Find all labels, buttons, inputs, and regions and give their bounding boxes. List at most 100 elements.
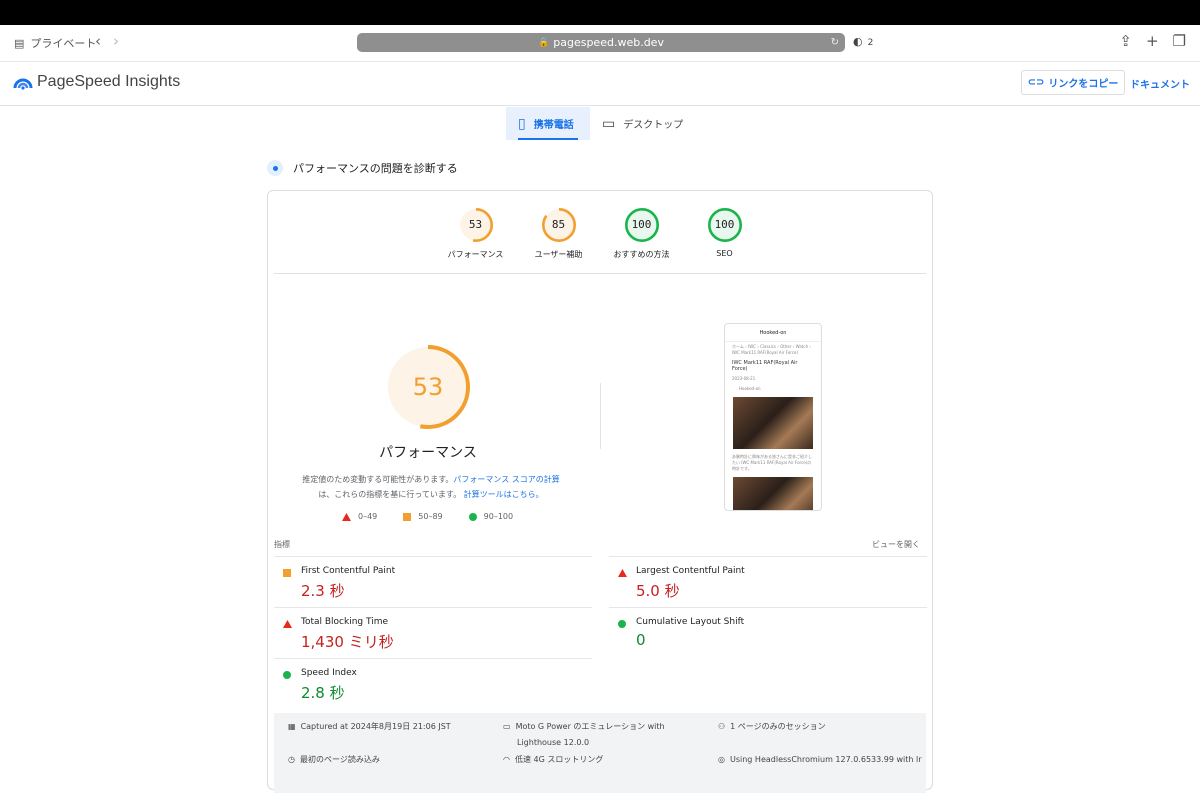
metrics-right-column: Largest Contentful Paint 5.0 秒 Cumulativ…: [609, 556, 927, 658]
metric-tbt: Total Blocking Time 1,430 ミリ秒: [274, 607, 592, 658]
calculator-link[interactable]: 計算ツールはこちら。: [464, 490, 544, 499]
green-circle-icon: [618, 620, 626, 628]
users-icon: ⚇: [718, 722, 726, 731]
lock-icon: 🔒: [538, 37, 550, 48]
score-gauge-accessibility[interactable]: 85 ユーザー補助: [529, 208, 589, 273]
thumb-date: 2023-08-21: [732, 376, 756, 381]
diagnose-heading: パフォーマンスの問題を診断する: [267, 160, 458, 176]
thumb-watch-photo: [733, 397, 813, 449]
performance-score: 53: [412, 373, 444, 401]
wifi-icon: ◠: [503, 755, 510, 764]
red-triangle-icon: [618, 569, 627, 577]
shield-count: 2: [867, 38, 874, 48]
divider: [274, 273, 926, 274]
metric-name: Cumulative Layout Shift: [636, 617, 745, 627]
tab-desktop[interactable]: ▭ デスクトップ: [590, 107, 695, 140]
forward-icon[interactable]: ›: [113, 32, 119, 50]
thumb-body: あ腕時計に興味がある皆さんに是非ご紹介したい IWC Mark11 RAF(Ro…: [732, 454, 812, 471]
legend-average: 50–89: [403, 512, 443, 521]
green-circle-icon: [283, 671, 291, 679]
score-value: 85: [551, 218, 566, 231]
metric-value: 1,430 ミリ秒: [301, 633, 394, 651]
page-screenshot-thumbnail[interactable]: Hooked-on ホーム › IWC › Classics › Other ›…: [724, 323, 822, 511]
thumb-site-header: Hooked-on: [725, 324, 821, 342]
metric-name: Speed Index: [301, 668, 357, 678]
footer-session: ⚇ 1 ページのみのセッション: [718, 719, 826, 735]
private-tab-indicator[interactable]: ▤ プライベート: [14, 35, 96, 51]
score-calc-link[interactable]: パフォーマンス スコアの計算: [453, 475, 559, 484]
device-icon: ▭: [503, 722, 511, 731]
screen-top-bar: [0, 0, 1200, 25]
browser-toolbar: ▤ プライベート ‹ › 🔒 pagespeed.web.dev ↻ ◐ 2 ⇪ …: [0, 25, 1200, 62]
thumb-title: IWC Mark11 RAF(Royal Air Force): [732, 360, 798, 372]
report-card: 53 パフォーマンス 85 ユーザー補助 100 おすすめの方法 100 SEO…: [267, 190, 933, 793]
red-triangle-icon: [342, 512, 351, 521]
psi-logo[interactable]: PageSpeed Insights: [13, 73, 180, 91]
brand-name: PageSpeed Insights: [37, 73, 181, 90]
footer-first-load: ◷ 最初のページ読み込み: [288, 752, 380, 768]
metric-name: Largest Contentful Paint: [636, 566, 745, 576]
tab-mobile[interactable]: ▯ 携帯電話: [506, 107, 590, 140]
metric-name: First Contentful Paint: [301, 566, 396, 576]
footer-emulation: ▭ Moto G Power のエミュレーション with Lighthouse …: [503, 719, 665, 751]
orange-square-icon: [283, 569, 291, 577]
score-gauge-performance[interactable]: 53 パフォーマンス: [446, 208, 506, 273]
laptop-icon: ▭: [602, 115, 616, 132]
score-label: SEO: [716, 249, 733, 258]
device-tabs: ▯ 携帯電話 ▭ デスクトップ: [506, 107, 695, 140]
score-value: 100: [631, 218, 652, 231]
docs-link[interactable]: ドキュメント: [1130, 76, 1190, 91]
reload-icon[interactable]: ↻: [831, 37, 839, 48]
metrics-header: 指標 ビューを開く: [274, 539, 926, 550]
orange-square-icon: [403, 512, 412, 521]
sidebar-icon[interactable]: ▤: [14, 37, 24, 50]
metric-cls: Cumulative Layout Shift 0: [609, 607, 927, 658]
score-label: ユーザー補助: [534, 250, 583, 259]
tabs-overview-icon[interactable]: ❐: [1173, 32, 1186, 50]
score-gauge-best-practices[interactable]: 100 おすすめの方法: [612, 208, 672, 273]
metric-value: 2.3 秒: [301, 582, 345, 600]
back-icon[interactable]: ‹: [95, 32, 101, 50]
share-icon[interactable]: ⇪: [1119, 32, 1132, 50]
footer-throttle: ◠ 低速 4G スロットリング: [503, 752, 603, 768]
copy-link-button[interactable]: ⊂⊃ リンクをコピー: [1021, 70, 1125, 95]
run-info-footer: ▦ Captured at 2024年8月19日 21:06 JST ▭ Moto …: [274, 713, 926, 793]
tab-desktop-label: デスクトップ: [623, 120, 684, 131]
category-scores: 53 パフォーマンス 85 ユーザー補助 100 おすすめの方法 100 SEO: [268, 208, 932, 273]
shield-icon: ◐: [853, 35, 863, 48]
metric-value: 5.0 秒: [636, 582, 680, 600]
thumb-caption: Hooked-on: [739, 386, 761, 391]
note-text: 推定値のため変動する可能性があります。: [302, 475, 454, 484]
score-value: 53: [468, 218, 483, 231]
psi-header: PageSpeed Insights ⊂⊃ リンクをコピー ドキュメント: [0, 62, 1200, 106]
score-label: おすすめの方法: [613, 250, 670, 259]
pagespeed-logo-icon: [13, 78, 33, 90]
metrics-heading: 指標: [274, 540, 290, 549]
green-circle-icon: [468, 512, 477, 521]
calendar-icon: ▦: [288, 722, 296, 731]
tab-mobile-label: 携帯電話: [533, 120, 574, 131]
red-triangle-icon: [283, 620, 292, 628]
metric-fcp: First Contentful Paint 2.3 秒: [274, 556, 592, 607]
metric-name: Total Blocking Time: [301, 617, 389, 627]
footer-browser: ◎ Using HeadlessChromium 127.0.6533.99 wi…: [718, 752, 922, 768]
metric-value: 0: [636, 631, 646, 649]
thumb-watch-photo-2: [733, 477, 813, 510]
private-label: プライベート: [30, 37, 97, 50]
score-value: 100: [714, 218, 735, 231]
diagnose-icon: [267, 160, 283, 176]
privacy-shield[interactable]: ◐ 2: [853, 35, 873, 48]
address-bar[interactable]: 🔒 pagespeed.web.dev ↻: [357, 33, 845, 52]
performance-note: 推定値のため変動する可能性があります。パフォーマンス スコアの計算 は、これらの…: [286, 472, 576, 502]
timer-icon: ◷: [288, 755, 295, 764]
score-legend: 0–49 50–89 90–100: [342, 512, 513, 521]
copy-link-label: リンクをコピー: [1048, 79, 1119, 90]
expand-view-button[interactable]: ビューを開く: [872, 539, 920, 550]
new-tab-icon[interactable]: +: [1146, 32, 1159, 50]
metrics-left-column: First Contentful Paint 2.3 秒 Total Block…: [274, 556, 592, 709]
score-gauge-seo[interactable]: 100 SEO: [695, 208, 755, 273]
url-text: pagespeed.web.dev: [553, 36, 664, 49]
score-label: パフォーマンス: [447, 250, 504, 259]
note-text: は、これらの指標を基に行っています。: [318, 490, 462, 499]
metric-speed-index: Speed Index 2.8 秒: [274, 658, 592, 709]
